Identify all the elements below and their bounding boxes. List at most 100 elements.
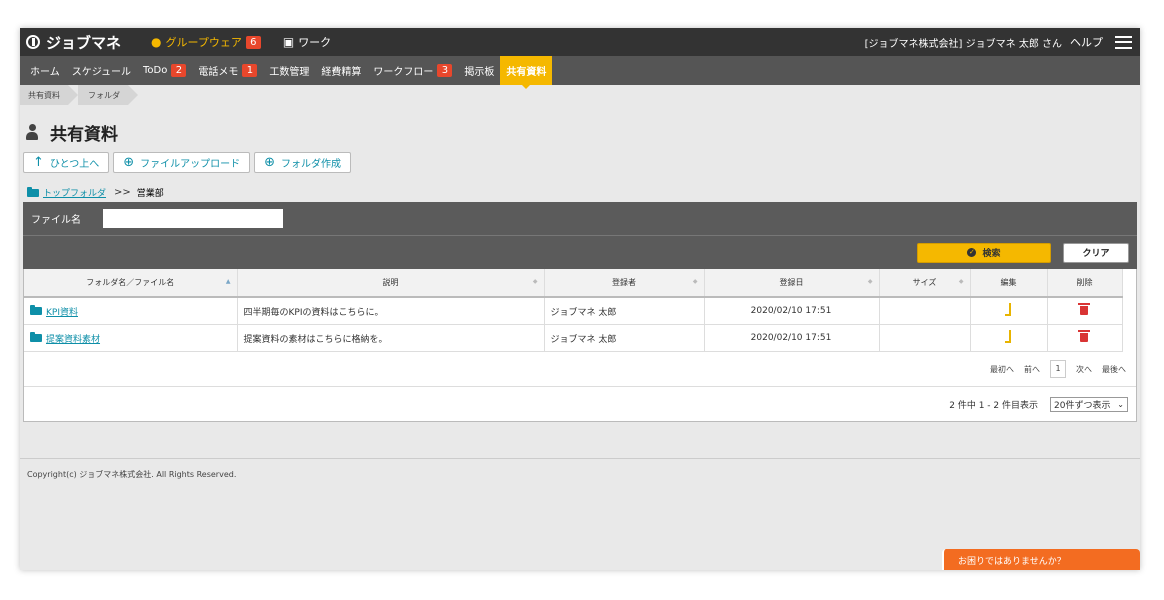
current-folder: 営業部 xyxy=(136,189,164,199)
app-window: ジョブマネ ● グループウェア 6 ▣ ワーク [ジョブマネ株式会社] ジョブマ… xyxy=(20,28,1140,570)
filename-label: ファイル名 xyxy=(31,215,81,226)
pager-next[interactable]: 次へ xyxy=(1076,364,1092,375)
search-button[interactable]: ✓ 検索 xyxy=(917,242,1051,263)
cell-size xyxy=(879,297,971,325)
nav-label: 電話メモ xyxy=(198,67,239,78)
cell-owner: ジョブマネ 太郎 xyxy=(544,297,705,325)
nav-item-expenses[interactable]: 経費精算 xyxy=(315,56,367,85)
col-header-description[interactable]: 説明 ◆ xyxy=(237,269,545,298)
cell-date: 2020/02/10 17:51 xyxy=(704,297,880,325)
folder-icon xyxy=(27,186,39,197)
pager-last[interactable]: 最後へ xyxy=(1102,364,1126,375)
header-label: 説明 xyxy=(382,278,399,287)
nav-item-home[interactable]: ホーム xyxy=(20,56,66,85)
col-header-size[interactable]: サイズ ◆ xyxy=(879,269,971,298)
cell-name: 提案資料素材 xyxy=(24,324,238,352)
sort-icon: ◆ xyxy=(692,278,698,285)
path-separator: >> xyxy=(114,187,131,198)
help-prompt-button[interactable]: お困りではありませんか？ xyxy=(942,549,1140,570)
per-page-select[interactable]: 20件ずつ表示 ⌄ xyxy=(1050,396,1128,412)
footer: Copyright(c) ジョブマネ株式会社. All Rights Reser… xyxy=(20,458,1140,570)
create-folder-label: フォルダ作成 xyxy=(281,159,342,170)
logo-icon xyxy=(26,35,40,49)
top-folder-link[interactable]: トップフォルダ xyxy=(43,186,106,199)
file-upload-button[interactable]: ⊕ ファイルアップロード xyxy=(113,152,251,173)
col-header-name[interactable]: フォルダ名／ファイル名 ▲ xyxy=(24,269,238,298)
toolbar: ↑ ひとつ上へ ⊕ ファイルアップロード ⊕ フォルダ作成 xyxy=(23,152,1140,173)
work-menu[interactable]: ▣ ワーク xyxy=(283,34,331,50)
breadcrumb-item-shared[interactable]: 共有資料 xyxy=(20,85,78,105)
logo[interactable]: ジョブマネ xyxy=(26,32,121,53)
nav-item-timesheet[interactable]: 工数管理 xyxy=(263,56,315,85)
pager-prev[interactable]: 前へ xyxy=(1024,364,1040,375)
plus-circle-icon: ⊕ xyxy=(123,155,135,170)
logo-text: ジョブマネ xyxy=(46,33,122,52)
col-header-edit: 編集 xyxy=(970,269,1048,298)
nav-label: 経費精算 xyxy=(321,67,362,78)
cell-name: KPI資料 xyxy=(24,297,238,325)
cell-edit xyxy=(970,297,1048,325)
nav-item-phone-memo[interactable]: 電話メモ 1 xyxy=(192,56,263,85)
up-one-level-button[interactable]: ↑ ひとつ上へ xyxy=(23,152,110,173)
nav-item-todo[interactable]: ToDo 2 xyxy=(137,56,192,85)
col-header-date[interactable]: 登録日 ◆ xyxy=(704,269,880,298)
sort-asc-icon: ▲ xyxy=(225,278,231,285)
nav-label: 共有資料 xyxy=(506,67,547,78)
header-label: フォルダ名／ファイル名 xyxy=(86,278,175,287)
header-label: 削除 xyxy=(1076,278,1093,287)
cell-description: 提案資料の素材はこちらに格納を。 xyxy=(237,324,545,352)
cell-description: 四半期毎のKPIの資料はこちらに。 xyxy=(237,297,545,325)
folder-link[interactable]: 提案資料素材 xyxy=(46,335,100,345)
nav-item-workflow[interactable]: ワークフロー 3 xyxy=(367,56,458,85)
phone-memo-badge: 1 xyxy=(242,64,258,77)
table-row: 提案資料素材 提案資料の素材はこちらに格納を。 ジョブマネ 太郎 2020/02… xyxy=(24,324,1123,352)
file-table: フォルダ名／ファイル名 ▲ 説明 ◆ 登録者 ◆ 登録日 ◆ サイズ ◆ 編集 削除 KP… xyxy=(24,269,1123,352)
sort-icon: ◆ xyxy=(532,278,538,285)
sort-icon: ◆ xyxy=(958,278,964,285)
header-label: 編集 xyxy=(1000,278,1017,287)
folder-link[interactable]: KPI資料 xyxy=(46,308,78,318)
table-row: KPI資料 四半期毎のKPIの資料はこちらに。 ジョブマネ 太郎 2020/02… xyxy=(24,297,1123,325)
filename-input[interactable] xyxy=(103,209,283,228)
nav-label: 工数管理 xyxy=(269,67,310,78)
user-name[interactable]: [ジョブマネ株式会社] ジョブマネ 太郎 さん xyxy=(865,35,1062,50)
cell-owner: ジョブマネ 太郎 xyxy=(544,324,705,352)
header-label: 登録者 xyxy=(612,278,636,287)
edit-icon[interactable] xyxy=(1005,303,1011,316)
trash-icon[interactable] xyxy=(1078,330,1090,342)
result-count-row: 2 件中 1 - 2 件目表示 20件ずつ表示 ⌄ xyxy=(24,387,1136,421)
help-link[interactable]: ヘルプ xyxy=(1070,34,1103,50)
groupware-menu[interactable]: ● グループウェア 6 xyxy=(151,34,261,50)
nav-item-shared-docs[interactable]: 共有資料 xyxy=(500,56,553,89)
folder-icon xyxy=(30,331,42,342)
create-folder-button[interactable]: ⊕ フォルダ作成 xyxy=(254,152,352,173)
nav-item-bulletin[interactable]: 掲示板 xyxy=(458,56,500,85)
groupware-label: グループウェア xyxy=(165,36,242,49)
up-label: ひとつ上へ xyxy=(49,159,100,170)
per-page-value: 20件ずつ表示 xyxy=(1054,400,1111,411)
col-header-owner[interactable]: 登録者 ◆ xyxy=(544,269,705,298)
pager-current-page[interactable]: 1 xyxy=(1050,360,1066,378)
page-title-row: 共有資料 xyxy=(26,121,1140,145)
top-bar: ジョブマネ ● グループウェア 6 ▣ ワーク [ジョブマネ株式会社] ジョブマ… xyxy=(20,28,1140,56)
trash-icon[interactable] xyxy=(1078,303,1090,315)
cell-delete xyxy=(1047,297,1123,325)
breadcrumb: 共有資料 フォルダ xyxy=(20,85,1140,105)
nav-item-schedule[interactable]: スケジュール xyxy=(66,56,137,85)
edit-icon[interactable] xyxy=(1005,330,1011,343)
page-title: 共有資料 xyxy=(50,124,118,145)
groupware-badge: 6 xyxy=(245,35,261,49)
briefcase-icon: ▣ xyxy=(282,35,295,49)
clear-button[interactable]: クリア xyxy=(1063,242,1129,263)
hamburger-menu-icon[interactable] xyxy=(1115,35,1132,49)
breadcrumb-item-folder: フォルダ xyxy=(78,85,138,105)
cell-date: 2020/02/10 17:51 xyxy=(704,324,880,352)
pager-first[interactable]: 最初へ xyxy=(990,364,1014,375)
cell-edit xyxy=(970,324,1048,352)
result-count: 2 件中 1 - 2 件目表示 xyxy=(949,400,1038,411)
person-icon xyxy=(26,124,38,140)
header-label: サイズ xyxy=(912,278,937,287)
workflow-badge: 3 xyxy=(437,64,453,77)
main-nav: ホーム スケジュール ToDo 2 電話メモ 1 工数管理 経費精算 ワークフロー 3… xyxy=(20,56,1140,89)
nav-label: 掲示板 xyxy=(464,67,495,78)
